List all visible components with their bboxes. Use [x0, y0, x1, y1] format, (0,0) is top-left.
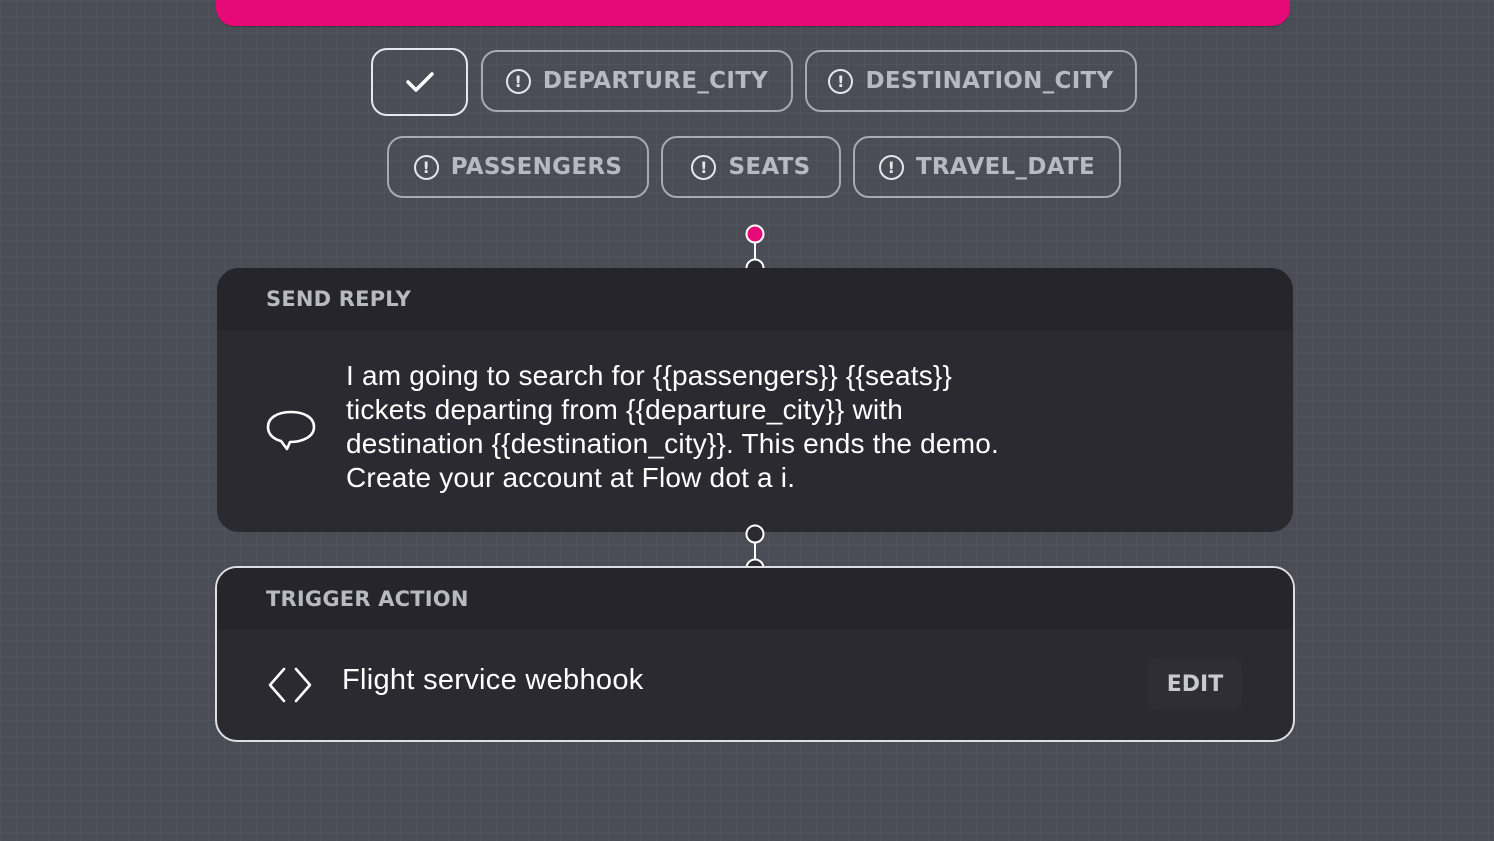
variable-chip-travel-date[interactable]: ! TRAVEL_DATE [853, 136, 1121, 198]
code-icon [268, 667, 312, 703]
warning-icon: ! [878, 154, 904, 180]
warning-icon: ! [691, 154, 717, 180]
previous-node-card[interactable] [216, 0, 1290, 26]
confirm-check-button[interactable] [371, 48, 468, 116]
send-reply-card[interactable]: SEND REPLY I am going to search for {{pa… [217, 268, 1293, 532]
warning-icon: ! [505, 68, 531, 94]
reply-line: destination {{destination_city}}. This e… [346, 428, 999, 459]
variable-chip-passengers[interactable]: ! PASSENGERS [387, 136, 649, 198]
reply-line: tickets departing from {{departure_city}… [346, 394, 904, 425]
card-body: Flight service webhook EDIT [217, 630, 1293, 740]
card-header: TRIGGER ACTION [217, 568, 1293, 630]
variable-chip-seats[interactable]: ! SEATS [661, 136, 841, 198]
output-port [745, 224, 765, 244]
card-body: I am going to search for {{passengers}} … [217, 330, 1293, 532]
variable-chip-destination-city[interactable]: ! DESTINATION_CITY [805, 50, 1137, 112]
variable-chip-label: DEPARTURE_CITY [542, 68, 769, 94]
variable-chip-label: PASSENGERS [450, 154, 623, 180]
warning-icon: ! [413, 154, 439, 180]
checkmark-icon [405, 72, 434, 92]
reply-message: I am going to search for {{passengers}} … [346, 359, 1146, 495]
card-header: SEND REPLY [217, 268, 1293, 330]
output-port [745, 524, 765, 544]
reply-line: Create your account at Flow dot a i. [346, 462, 796, 493]
variable-chip-label: DESTINATION_CITY [865, 68, 1114, 94]
variable-chip-departure-city[interactable]: ! DEPARTURE_CITY [481, 50, 793, 112]
reply-line: I am going to search for {{passengers}} … [346, 360, 953, 391]
variable-chip-label: SEATS [728, 154, 811, 180]
edit-button[interactable]: EDIT [1148, 658, 1242, 710]
trigger-action-card[interactable]: TRIGGER ACTION Flight service webhook ED… [215, 566, 1295, 742]
speech-bubble-icon [266, 410, 316, 451]
warning-icon: ! [828, 68, 854, 94]
variable-chip-label: TRAVEL_DATE [915, 154, 1096, 180]
action-title: Flight service webhook [342, 664, 644, 696]
